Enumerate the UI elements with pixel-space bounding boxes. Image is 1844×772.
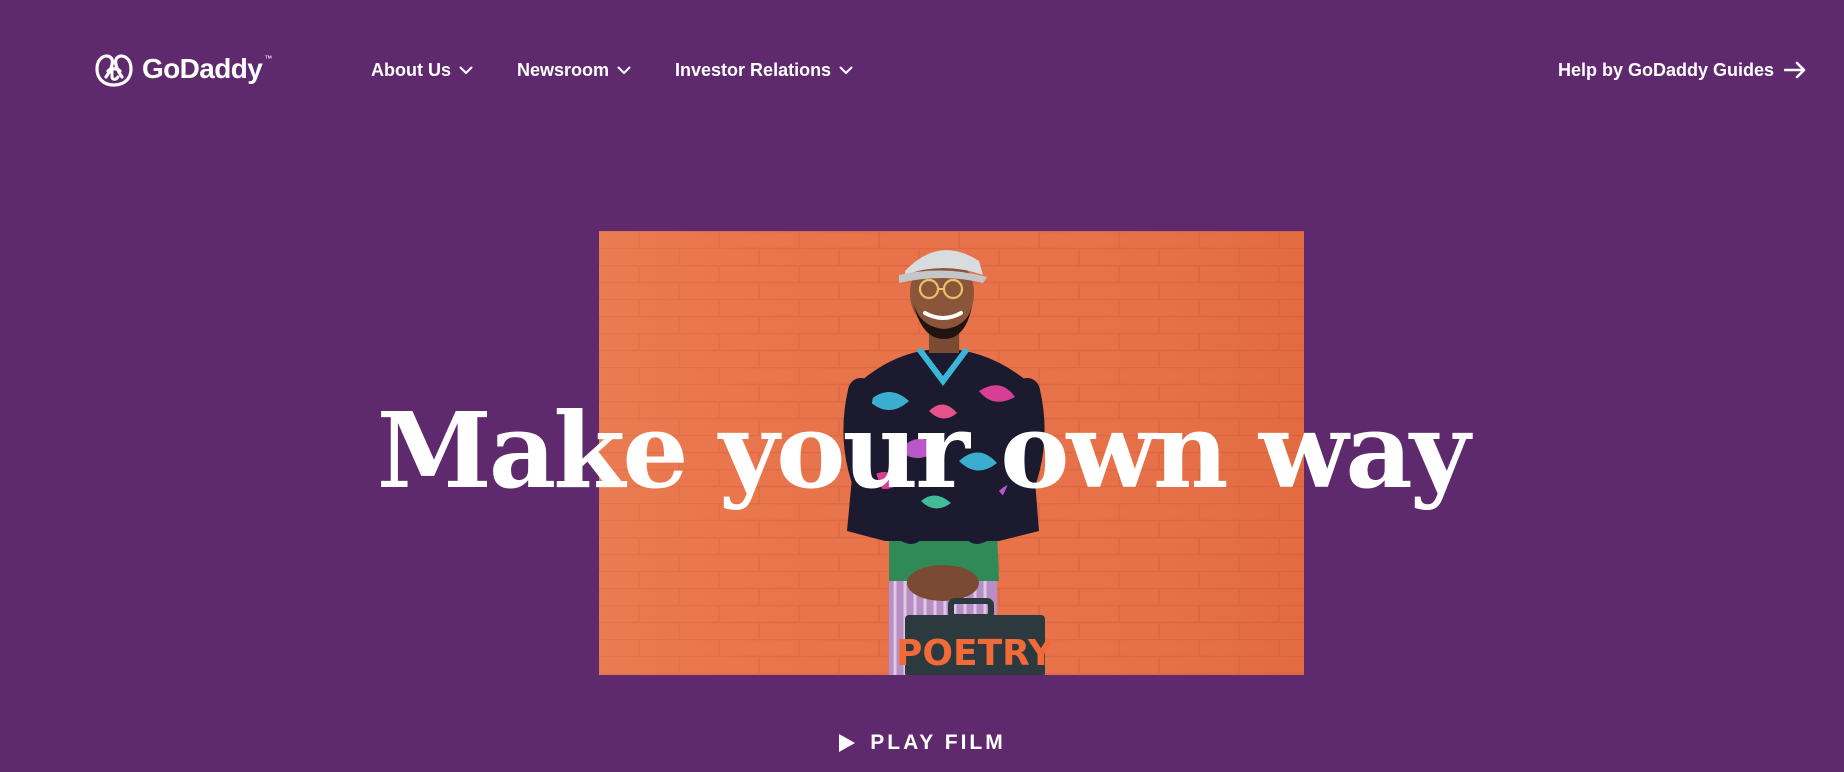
help-by-guides-link[interactable]: Help by GoDaddy Guides xyxy=(1558,56,1806,84)
nav-item-about-us[interactable]: About Us xyxy=(371,56,473,84)
nav-item-label: Newsroom xyxy=(517,59,610,80)
play-film-button[interactable]: PLAY FILM xyxy=(0,731,1844,755)
logo-trademark: ™ xyxy=(264,54,273,63)
logo-wordmark: GoDaddy xyxy=(142,53,263,84)
chevron-down-icon xyxy=(617,66,631,74)
help-link-label: Help by GoDaddy Guides xyxy=(1557,59,1774,80)
play-film-label: PLAY FILM xyxy=(870,731,1006,754)
site-header: GoDaddy ™ About Us Newsroom Investor Rel… xyxy=(0,0,1844,140)
nav-item-investor-relations[interactable]: Investor Relations xyxy=(675,56,853,84)
chevron-down-icon xyxy=(839,66,853,74)
hero-headline: Make your own way xyxy=(376,389,1470,512)
play-icon xyxy=(839,734,856,752)
godaddy-logo-icon xyxy=(95,54,133,87)
main-nav: About Us Newsroom Investor Relations xyxy=(371,56,897,84)
godaddy-logo[interactable]: GoDaddy ™ xyxy=(94,50,272,88)
nav-item-label: Investor Relations xyxy=(675,59,832,80)
arrow-right-icon xyxy=(1784,61,1806,79)
nav-item-label: About Us xyxy=(371,59,451,80)
nav-item-newsroom[interactable]: Newsroom xyxy=(517,56,631,84)
chevron-down-icon xyxy=(459,66,473,74)
suitcase-text: POETRY xyxy=(896,633,1055,674)
